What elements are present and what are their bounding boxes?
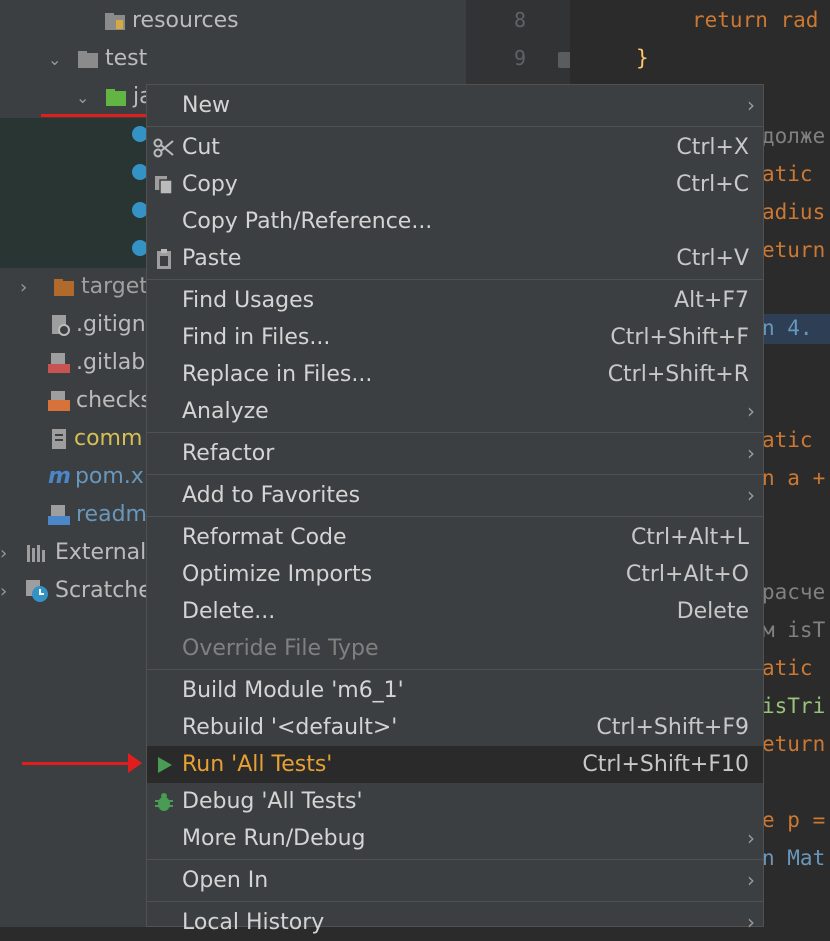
chevron-right-icon: › — [747, 441, 755, 465]
menu-item-cut[interactable]: Cut Ctrl+X — [147, 129, 763, 166]
target-folder-icon — [54, 279, 74, 296]
code-line: atic — [762, 428, 813, 452]
java-folder-icon — [106, 89, 126, 106]
menu-item-build-module[interactable]: Build Module 'm6_1' — [147, 672, 763, 709]
menu-item-optimize-imports[interactable]: Optimize Imports Ctrl+Alt+O — [147, 556, 763, 593]
tree-item-gitignore[interactable]: .gitign — [50, 306, 146, 344]
chevron-right-icon[interactable]: › — [0, 573, 18, 611]
tree-item-pom[interactable]: m pom.x — [48, 458, 144, 496]
menu-item-copy[interactable]: Copy Ctrl+C — [147, 166, 763, 203]
gitignore-icon — [52, 315, 70, 336]
yml-file-icon — [48, 353, 70, 373]
code-line: adius — [762, 200, 826, 224]
code-line: atic — [762, 162, 813, 186]
tree-item-readme[interactable]: readm — [48, 496, 147, 534]
bug-icon — [155, 793, 173, 811]
code-line: долже — [762, 124, 826, 148]
markdown-icon — [48, 505, 70, 525]
menu-item-find-in-files[interactable]: Find in Files... Ctrl+Shift+F — [147, 319, 763, 356]
line-number: 9 — [513, 46, 526, 70]
code-line: n a + — [762, 466, 826, 490]
tree-item-gitlab[interactable]: .gitlab — [48, 344, 145, 382]
code-line: atic — [762, 656, 813, 680]
annotation-arrow-head — [128, 753, 142, 773]
maven-icon: m — [48, 464, 71, 489]
tree-item-java[interactable]: ⌄ ja — [76, 78, 153, 116]
code-line: eturn — [762, 732, 826, 756]
menu-separator — [147, 432, 763, 433]
menu-item-find-usages[interactable]: Find Usages Alt+F7 — [147, 282, 763, 319]
menu-item-copy-path[interactable]: Copy Path/Reference... — [147, 203, 763, 240]
menu-item-rebuild[interactable]: Rebuild '<default>' Ctrl+Shift+F9 — [147, 709, 763, 746]
tree-item-target[interactable]: › target — [20, 268, 148, 306]
code-line: м isT — [762, 618, 826, 642]
menu-item-analyze[interactable]: Analyze › — [147, 393, 763, 430]
code-line: } — [636, 46, 649, 70]
clipboard-icon — [157, 249, 171, 269]
menu-item-add-to-favorites[interactable]: Add to Favorites › — [147, 477, 763, 514]
menu-item-local-history[interactable]: Local History › — [147, 904, 763, 941]
tree-item-scratches[interactable]: › Scratche — [0, 572, 152, 610]
menu-item-new[interactable]: New › — [147, 87, 763, 124]
menu-item-more-run-debug[interactable]: More Run/Debug › — [147, 820, 763, 857]
code-line: n 4. — [762, 316, 813, 340]
menu-separator — [147, 901, 763, 902]
menu-separator — [147, 669, 763, 670]
tree-item-checks[interactable]: checks — [48, 382, 152, 420]
chevron-right-icon[interactable]: › — [20, 269, 46, 307]
scratches-icon — [26, 580, 48, 602]
context-menu: New › Cut Ctrl+X Copy Ctrl+C Copy Path/R… — [146, 84, 764, 935]
chevron-right-icon: › — [747, 868, 755, 892]
tree-item-resources[interactable]: resources — [104, 2, 239, 40]
resources-folder-icon — [105, 13, 125, 30]
annotation-arrow — [22, 762, 140, 765]
chevron-right-icon: › — [747, 483, 755, 507]
menu-separator — [147, 279, 763, 280]
tree-item-external-libraries[interactable]: › External — [0, 534, 146, 572]
text-file-icon — [52, 429, 66, 449]
scissors-icon — [153, 138, 174, 158]
chevron-down-icon[interactable]: ⌄ — [48, 41, 70, 79]
chevron-right-icon[interactable]: › — [0, 535, 18, 573]
code-line: return rad — [692, 8, 819, 32]
code-line: eturn — [762, 238, 826, 262]
chevron-right-icon: › — [747, 826, 755, 850]
run-icon — [158, 757, 172, 773]
code-line: e p = — [762, 808, 826, 832]
menu-item-open-in[interactable]: Open In › — [147, 862, 763, 899]
xml-file-icon — [48, 391, 70, 411]
code-line: n Mat — [762, 846, 826, 870]
chevron-down-icon[interactable]: ⌄ — [76, 79, 98, 117]
library-icon — [27, 545, 45, 562]
menu-separator — [147, 516, 763, 517]
code-line: isTri — [762, 694, 826, 718]
code-line: расче — [762, 580, 826, 604]
menu-separator — [147, 126, 763, 127]
menu-item-debug-all-tests[interactable]: Debug 'All Tests' — [147, 783, 763, 820]
menu-item-paste[interactable]: Paste Ctrl+V — [147, 240, 763, 277]
menu-item-delete[interactable]: Delete... Delete — [147, 593, 763, 630]
chevron-right-icon: › — [747, 910, 755, 934]
tree-item-comm[interactable]: comm — [50, 420, 142, 458]
tree-item-test[interactable]: ⌄ test — [48, 40, 147, 78]
menu-item-reformat-code[interactable]: Reformat Code Ctrl+Alt+L — [147, 519, 763, 556]
menu-separator — [147, 474, 763, 475]
menu-item-override-file-type: Override File Type — [182, 636, 379, 661]
copy-icon — [155, 176, 173, 195]
menu-item-replace-in-files[interactable]: Replace in Files... Ctrl+Shift+R — [147, 356, 763, 393]
menu-item-refactor[interactable]: Refactor › — [147, 435, 763, 472]
chevron-right-icon: › — [747, 399, 755, 423]
chevron-right-icon: › — [747, 93, 755, 117]
folder-icon — [78, 51, 98, 68]
menu-item-run-all-tests[interactable]: Run 'All Tests' Ctrl+Shift+F10 — [147, 746, 763, 783]
line-number: 8 — [513, 8, 526, 32]
menu-separator — [147, 859, 763, 860]
annotation-underline — [41, 114, 147, 117]
